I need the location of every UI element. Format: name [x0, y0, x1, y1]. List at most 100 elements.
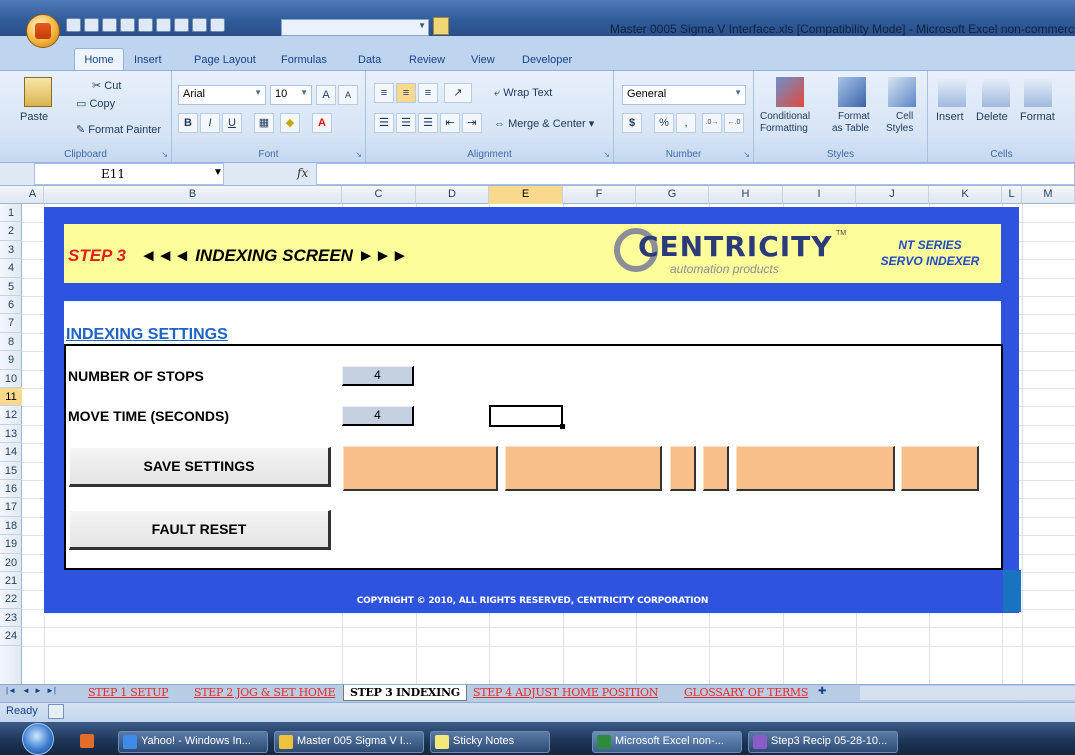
column-header[interactable]: L — [1002, 186, 1022, 204]
row-header[interactable]: 19 — [0, 535, 22, 554]
row-header[interactable]: 21 — [0, 572, 22, 591]
percent-button[interactable]: % — [654, 113, 674, 133]
increase-decimal-icon[interactable]: .0→ — [702, 113, 722, 133]
qat-combo[interactable]: ▼ — [281, 19, 429, 36]
formula-input[interactable] — [316, 163, 1075, 185]
delete-button[interactable]: Delete — [976, 111, 1008, 123]
row-header[interactable]: 12 — [0, 406, 22, 425]
row-header[interactable]: 5 — [0, 278, 22, 296]
grow-font-icon[interactable]: A — [316, 85, 336, 105]
format-as-table-icon[interactable] — [838, 77, 866, 107]
row-header[interactable]: 2 — [0, 222, 22, 241]
column-header[interactable]: D — [416, 186, 489, 204]
tab-insert[interactable]: Insert — [134, 51, 162, 71]
row-header[interactable]: 4 — [0, 259, 22, 278]
grid-icon[interactable] — [192, 18, 207, 32]
row-header[interactable]: 10 — [0, 370, 22, 388]
insert-cells-icon[interactable] — [938, 77, 966, 107]
copy-button[interactable]: ▭ Copy — [76, 97, 115, 110]
column-header[interactable]: A — [22, 186, 44, 204]
print-preview-icon[interactable] — [120, 18, 135, 32]
redo-icon[interactable] — [102, 18, 117, 32]
delete-cells-icon[interactable] — [982, 77, 1010, 107]
prev-sheet-icon[interactable]: ◄ — [22, 686, 30, 695]
tab-developer[interactable]: Developer — [522, 51, 572, 71]
save-icon[interactable] — [66, 18, 81, 32]
column-header[interactable]: E — [489, 186, 563, 204]
table-icon[interactable] — [174, 18, 189, 32]
column-header[interactable]: K — [929, 186, 1002, 204]
row-header[interactable]: 18 — [0, 517, 22, 536]
insert-button[interactable]: Insert — [936, 111, 964, 123]
dialog-launcher-icon[interactable]: ↘ — [603, 150, 610, 159]
fault-reset-button[interactable]: FAULT RESET — [69, 510, 331, 550]
row-header[interactable]: 1 — [0, 204, 22, 223]
column-header[interactable]: G — [636, 186, 709, 204]
tab-review[interactable]: Review — [409, 51, 445, 71]
number-format-select[interactable]: General ▼ — [622, 85, 746, 105]
shrink-font-icon[interactable]: A — [338, 85, 358, 105]
wrap-text-button[interactable]: ⤶ Wrap Text — [494, 87, 552, 100]
row-header[interactable]: 9 — [0, 351, 22, 370]
sheet-tab-step2[interactable]: STEP 2 JOG & SET HOME — [194, 685, 336, 701]
dialog-launcher-icon[interactable]: ↘ — [355, 150, 362, 159]
start-button[interactable] — [22, 723, 54, 755]
format-cells-icon[interactable] — [1024, 77, 1052, 107]
dialog-launcher-icon[interactable]: ↘ — [161, 150, 168, 159]
taskbar-item[interactable]: Sticky Notes — [430, 731, 550, 753]
next-sheet-icon[interactable]: ► — [34, 686, 42, 695]
highlight-icon[interactable] — [433, 17, 449, 35]
align-center-icon[interactable]: ☰ — [396, 113, 416, 133]
decrease-indent-icon[interactable]: ⇤ — [440, 113, 460, 133]
merge-center-button[interactable]: ⇔ Merge & Center ▾ — [494, 117, 594, 130]
italic-button[interactable]: I — [200, 113, 220, 133]
row-header[interactable]: 8 — [0, 333, 22, 352]
format-button[interactable]: Format — [1020, 111, 1055, 123]
column-header[interactable]: B — [44, 186, 342, 204]
column-header[interactable]: F — [563, 186, 636, 204]
format-painter-button[interactable]: ✎ Format Painter — [76, 123, 161, 136]
format-as-table-button-line2[interactable]: as Table — [832, 123, 869, 134]
insert-function-icon[interactable]: fx — [297, 166, 308, 180]
bold-button[interactable]: B — [178, 113, 198, 133]
row-header[interactable]: 14 — [0, 443, 22, 462]
sort-icon[interactable] — [138, 18, 153, 32]
quick-launch-icon[interactable] — [80, 734, 94, 748]
paste-icon[interactable] — [24, 77, 52, 107]
fill-handle[interactable] — [560, 424, 565, 429]
horizontal-scrollbar[interactable] — [860, 686, 1075, 700]
selected-cell-e11[interactable] — [489, 405, 563, 427]
number-of-stops-input[interactable]: 4 — [342, 366, 414, 386]
taskbar-item[interactable]: Yahoo! - Windows In... — [118, 731, 268, 753]
row-header[interactable]: 13 — [0, 425, 22, 444]
decrease-decimal-icon[interactable]: ←.0 — [724, 113, 744, 133]
row-header[interactable]: 15 — [0, 462, 22, 480]
row-header[interactable]: 22 — [0, 590, 22, 609]
taskbar-item[interactable]: Step3 Recip 05-28-10... — [748, 731, 898, 753]
column-header[interactable]: J — [856, 186, 929, 204]
worksheet[interactable]: A B C D E F G H I J K L M 1 2 3 4 5 6 7 8 9 10 11 1… — [0, 186, 1075, 684]
row-header[interactable]: 6 — [0, 296, 22, 315]
row-header[interactable]: 23 — [0, 609, 22, 628]
cut-button[interactable]: ✂ Cut — [92, 79, 121, 92]
row-header[interactable]: 20 — [0, 554, 22, 572]
undo-icon[interactable] — [84, 18, 99, 32]
format-as-table-button[interactable]: Format — [838, 111, 870, 122]
sheet-tab-step4[interactable]: STEP 4 ADJUST HOME POSITION — [473, 685, 658, 701]
conditional-formatting-icon[interactable] — [776, 77, 804, 107]
column-header[interactable]: C — [342, 186, 416, 204]
cell-styles-button[interactable]: Cell — [896, 111, 913, 122]
paste-button[interactable]: Paste — [20, 111, 48, 123]
row-header[interactable]: 16 — [0, 480, 22, 499]
orientation-icon[interactable]: ↗ — [444, 83, 472, 103]
tab-data[interactable]: Data — [358, 51, 381, 71]
row-header[interactable]: 7 — [0, 314, 22, 333]
sheet-tab-step1[interactable]: STEP 1 SETUP — [88, 685, 169, 701]
last-sheet-icon[interactable]: ►| — [46, 686, 56, 695]
new-sheet-icon[interactable]: ✚ — [818, 686, 826, 697]
row-header[interactable]: 24 — [0, 627, 22, 646]
first-sheet-icon[interactable]: |◄ — [6, 686, 16, 695]
align-middle-icon[interactable]: ≡ — [396, 83, 416, 103]
font-size-select[interactable]: 10 ▼ — [270, 85, 312, 105]
cell-styles-button-line2[interactable]: Styles — [886, 123, 913, 134]
